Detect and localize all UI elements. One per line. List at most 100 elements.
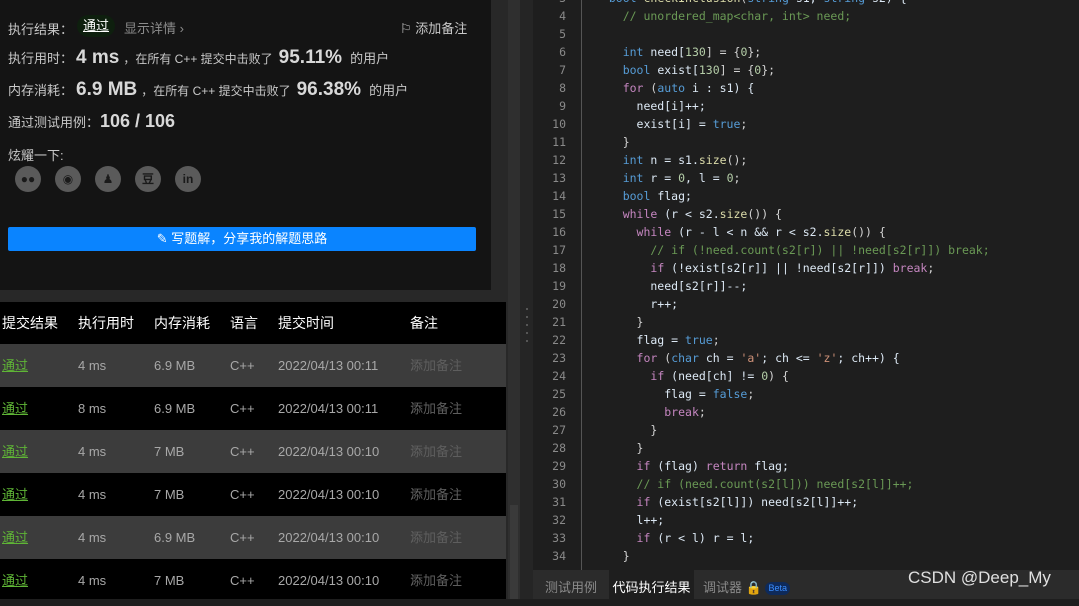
add-note-label: 添加备注: [410, 530, 463, 545]
code-text: if (need[ch] != 0) {: [595, 367, 789, 385]
code-editor[interactable]: 3 bool checkInclusion(string s1, string …: [533, 0, 1079, 570]
language-cell: C++: [230, 401, 255, 416]
grip-dot: [526, 316, 528, 318]
status-badge: 通过: [77, 15, 116, 37]
code-token: ;: [698, 405, 706, 419]
qq-icon[interactable]: ♟: [95, 166, 121, 192]
code-token: s1,: [796, 0, 824, 5]
line-number: 3: [533, 0, 566, 7]
code-token: (r < s2.: [664, 207, 720, 221]
code-text: r++;: [595, 295, 678, 313]
memory-value: 6.9 MB: [76, 79, 138, 100]
line-number: 19: [552, 279, 566, 293]
code-line: 28 }: [533, 439, 1079, 457]
result-label: 执行结果：: [8, 22, 74, 37]
code-token: while: [622, 207, 665, 221]
code-token: false: [712, 387, 748, 401]
result-link[interactable]: 通过: [2, 430, 28, 473]
result-link[interactable]: 通过: [2, 387, 28, 430]
code-line: 15 while (r < s2.size()) {: [533, 205, 1079, 223]
code-text: int need[130] = {0};: [595, 43, 762, 61]
code-line: 8 for (auto i : s1) {: [533, 79, 1079, 97]
code-token: };: [761, 63, 776, 77]
memory-text: ，在所有 C++ 提交中击败了: [141, 84, 291, 98]
code-token: need[s2[r]]--;: [595, 279, 748, 293]
line-number: 20: [552, 297, 566, 311]
code-token: string: [747, 0, 795, 5]
split-handle[interactable]: [520, 0, 533, 599]
table-row[interactable]: 通过 4 ms 7 MB C++ 2022/04/13 00:10 ⚐ 添加备注: [0, 473, 506, 516]
table-row[interactable]: 通过 8 ms 6.9 MB C++ 2022/04/13 00:11 ⚐ 添加备注: [0, 387, 506, 430]
code-token: while: [636, 225, 679, 239]
code-token: 'a': [740, 351, 762, 365]
grip-dot: [526, 324, 528, 326]
table-row[interactable]: 通过 4 ms 6.9 MB C++ 2022/04/13 00:11 ⚐ 添加备注: [0, 344, 506, 387]
add-note-label: 添加备注: [410, 358, 463, 373]
line-number: 25: [552, 387, 566, 401]
runtime-cell: 8 ms: [78, 401, 107, 416]
code-token: ()) {: [747, 207, 782, 221]
code-token: , l =: [685, 171, 727, 185]
write-solution-label: 写题解，分享我的解题思路: [171, 231, 328, 246]
language-cell: C++: [230, 487, 255, 502]
runtime-text: ，在所有 C++ 提交中击败了: [123, 52, 273, 66]
tab-test-cases[interactable]: 测试用例: [533, 570, 609, 599]
code-line: 18 if (!exist[s2[r]] || !need[s2[r]]) br…: [533, 259, 1079, 277]
line-number: 16: [552, 225, 566, 239]
result-link[interactable]: 通过: [2, 516, 28, 559]
add-note-label: 添加备注: [410, 573, 463, 588]
add-note-label: 添加备注: [410, 487, 463, 502]
tab-run-result[interactable]: 代码执行结果: [609, 570, 694, 599]
result-link[interactable]: 通过: [2, 344, 28, 387]
code-token: }: [595, 135, 630, 149]
time-cell: 2022/04/13 00:10: [278, 573, 380, 588]
line-number: 22: [552, 333, 566, 347]
table-row[interactable]: 通过 4 ms 6.9 MB C++ 2022/04/13 00:10 ⚐ 添加备注: [0, 516, 506, 559]
code-text: if (r < l) r = l;: [595, 529, 755, 547]
code-token: auto: [657, 81, 692, 95]
code-token: flag =: [595, 333, 686, 347]
line-number: 29: [552, 459, 566, 473]
code-token: (!exist[s2[r]] || !need[s2[r]]): [671, 261, 893, 275]
code-text: }: [595, 421, 657, 439]
code-token: ;: [927, 261, 935, 275]
column-header: 提交时间: [278, 315, 334, 331]
time-cell: 2022/04/13 00:10: [278, 444, 380, 459]
code-token: break: [664, 405, 699, 419]
code-token: string: [824, 0, 872, 5]
code-line: 23 for (char ch = 'a'; ch <= 'z'; ch++) …: [533, 349, 1079, 367]
write-solution-button[interactable]: ✎ 写题解，分享我的解题思路: [8, 227, 476, 251]
weibo-icon[interactable]: ◉: [55, 166, 81, 192]
runtime-percent: 95.11%: [278, 47, 343, 68]
language-cell: C++: [230, 530, 255, 545]
result-link[interactable]: 通过: [2, 559, 28, 602]
line-number: 7: [559, 63, 566, 77]
code-token: for: [636, 351, 665, 365]
code-token: (r < l) r = l;: [657, 531, 755, 545]
lock-icon: 🔒: [745, 580, 762, 595]
submissions-table: 提交结果 执行用时 内存消耗 语言 提交时间 备注 通过 4 ms 6.9 MB C++ 2022/…: [0, 302, 506, 599]
code-line: 34 }: [533, 547, 1079, 565]
pencil-icon: ✎: [156, 231, 172, 246]
memory-cell: 7 MB: [154, 573, 185, 588]
code-line: 6 int need[130] = {0};: [533, 43, 1079, 61]
douban-icon[interactable]: 豆: [135, 166, 161, 192]
wechat-icon[interactable]: ●●: [15, 166, 41, 192]
tab-debugger[interactable]: 调试器 🔒 Beta: [703, 570, 790, 599]
code-line: 4 // unordered_map<char, int> need;: [533, 7, 1079, 25]
add-note-button[interactable]: ⚐ 添加备注: [400, 18, 467, 37]
memory-cell: 6.9 MB: [154, 530, 196, 545]
code-text: // if (need.count(s2[l])) need[s2[l]]++;: [595, 475, 914, 493]
table-row[interactable]: 通过 4 ms 7 MB C++ 2022/04/13 00:10 ⚐ 添加备注: [0, 559, 506, 602]
linkedin-icon[interactable]: in: [175, 166, 201, 192]
watermark: CSDN @Deep_My: [908, 568, 1051, 587]
result-link[interactable]: 通过: [2, 473, 28, 516]
submission-panel: 执行结果： 通过 显示详情 › ⚐ 添加备注 执行用时： 4 ms ，在所有 C…: [0, 0, 520, 599]
add-note-label: 添加备注: [410, 401, 463, 416]
code-text: }: [595, 133, 630, 151]
left-scrollbar-thumb[interactable]: [510, 505, 518, 599]
show-details-link[interactable]: 显示详情 ›: [124, 18, 184, 37]
code-token: if: [636, 459, 658, 473]
table-row[interactable]: 通过 4 ms 7 MB C++ 2022/04/13 00:10 ⚐ 添加备注: [0, 430, 506, 473]
